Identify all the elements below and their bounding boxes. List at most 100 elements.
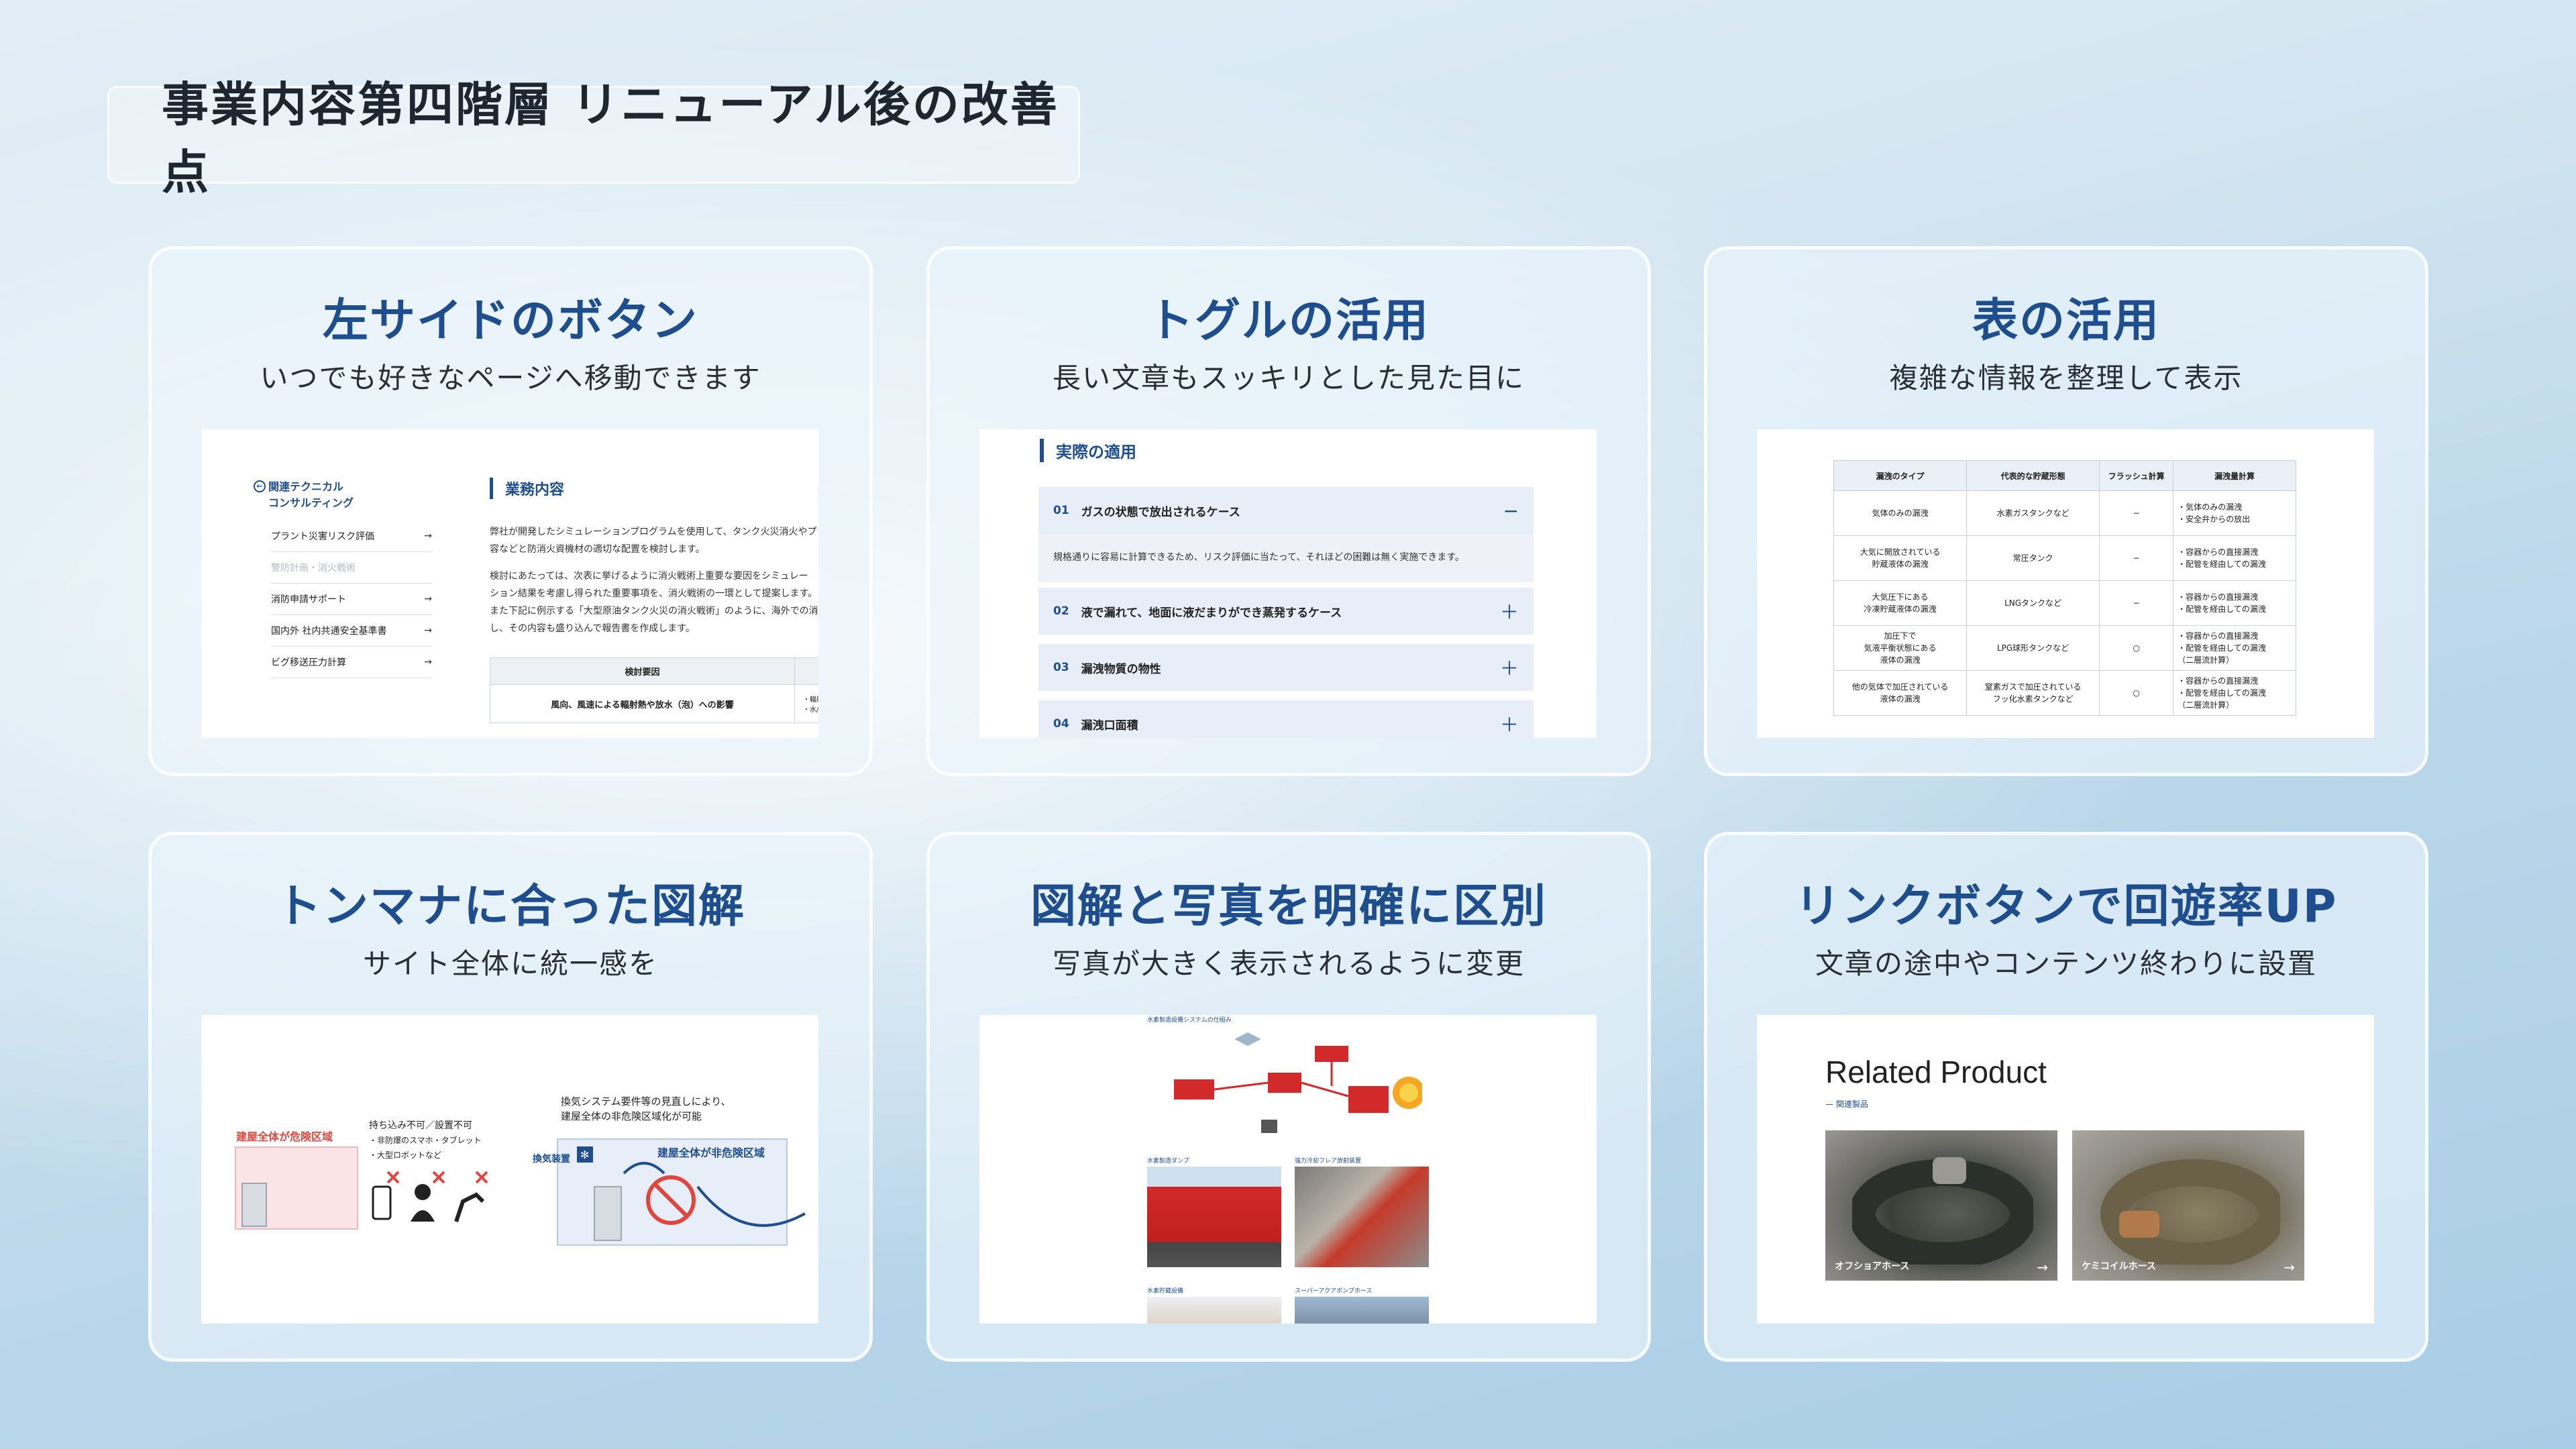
table-cell: ・容器からの直接漏洩 ・配管を経由しての漏洩 bbox=[2173, 535, 2296, 581]
card-link-buttons: リンクボタンで回遊率UP 文章の途中やコンテンツ終わりに設置 Related P… bbox=[1704, 832, 2428, 1362]
hose-photo bbox=[1295, 1297, 1429, 1324]
machine-photo bbox=[1295, 1167, 1429, 1267]
plus-icon: ＋ bbox=[1499, 601, 1519, 623]
card-title: トグルの活用 bbox=[1147, 294, 1430, 347]
related-product-subheading: — 関連製品 bbox=[1825, 1099, 1868, 1109]
card-title: 左サイドのボタン bbox=[322, 294, 698, 347]
sidebar-list: プラント災害リスク評価 → 警防計画・消火戦術 消防申請サポート → 国内外 社内共… bbox=[271, 521, 432, 678]
sidebar-heading[interactable]: ← 関連テクニカル コンサルティング bbox=[254, 479, 354, 511]
arrow-right-icon: → bbox=[2037, 1259, 2048, 1275]
restriction-note: 持ち込み不可／設置不可 ・非防爆のスマホ・タブレット ・大型ロボットなど bbox=[369, 1120, 482, 1160]
sidebar-item[interactable]: プラント災害リスク評価 → bbox=[271, 521, 432, 552]
building-door bbox=[241, 1183, 267, 1227]
screenshot-related-product: Related Product — 関連製品 オフショアホース → ケミコイルホ… bbox=[1757, 1015, 2374, 1324]
prohibited-devices-icon bbox=[372, 1171, 488, 1222]
arrow-right-icon: → bbox=[2284, 1259, 2295, 1275]
storage-photo bbox=[1147, 1297, 1281, 1324]
table-cell: ・容器からの直接漏洩 ・配管を経由しての漏洩 （二層流計算） bbox=[2173, 670, 2296, 716]
table-cell: ○ bbox=[2099, 625, 2174, 671]
section-paragraph: 弊社が開発したシミュレーションプログラムを使用して、タンク火災消火やプ 容などと… bbox=[490, 527, 818, 634]
section-heading: 業務内容 bbox=[490, 478, 564, 499]
sidebar-item-current: 警防計画・消火戦術 bbox=[271, 552, 432, 584]
table-cell: ・容器からの直接漏洩 ・配管を経由しての漏洩 bbox=[2173, 580, 2296, 626]
card-diagram-photo: 図解と写真を明確に区別 写真が大きく表示されるように変更 水素製造設備システムの… bbox=[926, 832, 1651, 1362]
leak-type-table: 漏洩のタイプ 代表的な貯蔵形態 フラッシュ計算 漏洩量計算 気体のみの漏洩 水素ガ… bbox=[1833, 460, 2296, 716]
vent-label: 換気装置 bbox=[533, 1154, 570, 1165]
card-subtitle: 写真が大きく表示されるように変更 bbox=[1052, 947, 1525, 980]
diagram-caption: 水素製造設備システムの仕組み bbox=[1147, 1017, 1232, 1024]
accordion-item[interactable]: 03 漏洩物質の物性＋ bbox=[1038, 644, 1534, 691]
improvement-caption: 換気システム要件等の見直しにより、 建屋全体の非危険区域化が可能 bbox=[561, 1095, 731, 1122]
sidebar-item[interactable]: ビグ移送圧力計算 → bbox=[271, 647, 432, 678]
hose-coil-image bbox=[1852, 1157, 2033, 1265]
plus-icon: ＋ bbox=[1499, 657, 1519, 680]
table-cell: 他の気体で加圧されている 液体の漏洩 bbox=[1833, 670, 1968, 716]
screenshot-table: 漏洩のタイプ 代表的な貯蔵形態 フラッシュ計算 漏洩量計算 気体のみの漏洩 水素ガ… bbox=[1757, 429, 2374, 738]
ventilation-illustration: ✻ bbox=[577, 1146, 806, 1241]
section-heading: 実際の適用 bbox=[1040, 439, 1136, 462]
screenshot-diagram: 建屋全体が危険区域 持ち込み不可／設置不可 ・非防爆のスマホ・タブレット ・大型… bbox=[201, 1015, 818, 1324]
arrow-right-icon: → bbox=[424, 531, 432, 541]
related-product-heading: Related Product bbox=[1825, 1055, 2047, 1089]
product-link-chemical-hose[interactable]: ケミコイルホース → bbox=[2072, 1130, 2304, 1281]
table-cell: − bbox=[2099, 490, 2174, 536]
table-cell: 水素ガスタンクなど bbox=[1966, 490, 2100, 536]
hose-coil-image bbox=[2100, 1159, 2280, 1265]
plus-icon: ＋ bbox=[1499, 714, 1519, 736]
table-cell: LPG球形タンクなど bbox=[1966, 625, 2100, 671]
card-title: 図解と写真を明確に区別 bbox=[1030, 880, 1547, 933]
card-subtitle: 長い文章もスッキリとした見た目に bbox=[1052, 362, 1525, 394]
table-cell: LNGタンクなど bbox=[1966, 580, 2100, 626]
table-cell: ・容器からの直接漏洩 ・配管を経由しての漏洩 （二層流計算） bbox=[2173, 625, 2296, 671]
hazard-label: 建屋全体が危険区域 bbox=[236, 1130, 333, 1143]
photo-caption: 水素貯蔵設備 bbox=[1147, 1288, 1184, 1295]
card-title: リンクボタンで回遊率UP bbox=[1794, 880, 2338, 933]
card-title: トンマナに合った図解 bbox=[275, 880, 745, 933]
table-cell: − bbox=[2099, 580, 2174, 626]
truck-photo bbox=[1147, 1167, 1281, 1267]
card-subtitle: 文章の途中やコンテンツ終わりに設置 bbox=[1815, 947, 2317, 980]
card-toggle: トグルの活用 長い文章もスッキリとした見た目に 実際の適用 01 ガスの状態で放出… bbox=[926, 246, 1651, 776]
table-cell: 加圧下で 気液平衡状態にある 液体の漏洩 bbox=[1833, 625, 1968, 671]
page-title: 事業内容第四階層 リニューアル後の改善点 bbox=[107, 77, 1080, 200]
table-cell: 窒素ガスで加圧されている フッ化水素タンクなど bbox=[1966, 670, 2100, 716]
arrow-right-icon: → bbox=[424, 657, 432, 667]
table-row: 気体のみの漏洩 水素ガスタンクなど − ・気体のみの漏洩 ・安全弁からの放出 bbox=[1833, 490, 2296, 536]
sidebar-item[interactable]: 消防申請サポート → bbox=[271, 584, 432, 615]
table-cell: 常圧タンク bbox=[1966, 535, 2100, 581]
accordion-item[interactable]: 04 漏洩口面積＋ bbox=[1038, 700, 1534, 738]
table-row: 加圧下で 気液平衡状態にある 液体の漏洩 LPG球形タンクなど ○ ・容器からの直接漏洩・… bbox=[1833, 625, 2296, 671]
card-subtitle: いつでも好きなページへ移動できます bbox=[260, 362, 761, 394]
arrow-right-icon: → bbox=[424, 594, 432, 604]
sidebar-item[interactable]: 国内外 社内共通安全基準書 → bbox=[271, 615, 432, 647]
card-table: 表の活用 複雑な情報を整理して表示 漏洩のタイプ 代表的な貯蔵形態 フラッシュ計… bbox=[1704, 246, 2428, 776]
minus-icon: − bbox=[1503, 499, 1519, 522]
table-cell: 大気に開放されている 貯蔵液体の漏洩 bbox=[1833, 535, 1968, 581]
svg-text:✻: ✻ bbox=[580, 1148, 589, 1161]
screenshot-sidebar: ← 関連テクニカル コンサルティング プラント災害リスク評価 → 警防計画・消火戦… bbox=[201, 429, 818, 738]
table-cell: ○ bbox=[2099, 670, 2174, 716]
factor-table: 検討要因 風向、風速による輻射熱や放水（泡）への影響・輻射・水/ bbox=[490, 657, 818, 723]
card-left-side-buttons: 左サイドのボタン いつでも好きなページへ移動できます ← 関連テクニカル コンサ… bbox=[148, 246, 873, 776]
table-cell: ・気体のみの漏洩 ・安全弁からの放出 bbox=[2173, 490, 2296, 536]
table-row: 大気に開放されている 貯蔵液体の漏洩 常圧タンク − ・容器からの直接漏洩 ・配管を経由し… bbox=[1833, 535, 2296, 581]
accordion-item-open[interactable]: 01 ガスの状態で放出されるケース − 規格通りに容易に計算できるため、リスク評価に… bbox=[1038, 487, 1534, 582]
table-cell: 気体のみの漏洩 bbox=[1833, 490, 1968, 536]
screenshot-photos: 水素製造設備システムの仕組み 水素製造ダンプ 強力冷却フレア放射装置 水素貯蔵設… bbox=[979, 1015, 1597, 1324]
card-diagram: トンマナに合った図解 サイト全体に統一感を 建屋全体が危険区域 持ち込み不可／設… bbox=[148, 832, 873, 1362]
product-link-offshore-hose[interactable]: オフショアホース → bbox=[1825, 1130, 2057, 1281]
table-row: 他の気体で加圧されている 液体の漏洩 窒素ガスで加圧されている フッ化水素タンクなど ○… bbox=[1833, 670, 2296, 716]
back-circle-icon: ← bbox=[254, 480, 266, 492]
system-diagram bbox=[1174, 1032, 1422, 1133]
card-subtitle: 複雑な情報を整理して表示 bbox=[1889, 362, 2243, 394]
screenshot-accordion: 実際の適用 01 ガスの状態で放出されるケース − 規格通りに容易に計算できるため、… bbox=[979, 429, 1597, 738]
photo-caption: 水素製造ダンプ bbox=[1147, 1158, 1189, 1165]
photo-caption: 強力冷却フレア放射装置 bbox=[1295, 1158, 1362, 1165]
card-title: 表の活用 bbox=[1972, 294, 2160, 347]
table-cell: − bbox=[2099, 535, 2174, 581]
accordion-item[interactable]: 02 液で漏れて、地面に液だまりができ蒸発するケース＋ bbox=[1038, 588, 1534, 635]
table-cell: 大気圧下にある 冷凍貯蔵液体の漏洩 bbox=[1833, 580, 1968, 626]
card-subtitle: サイト全体に統一感を bbox=[362, 947, 658, 980]
table-row: 大気圧下にある 冷凍貯蔵液体の漏洩 LNGタンクなど − ・容器からの直接漏洩 ・配管を経… bbox=[1833, 580, 2296, 626]
photo-caption: スーパーアクアポンプホース bbox=[1295, 1288, 1373, 1295]
